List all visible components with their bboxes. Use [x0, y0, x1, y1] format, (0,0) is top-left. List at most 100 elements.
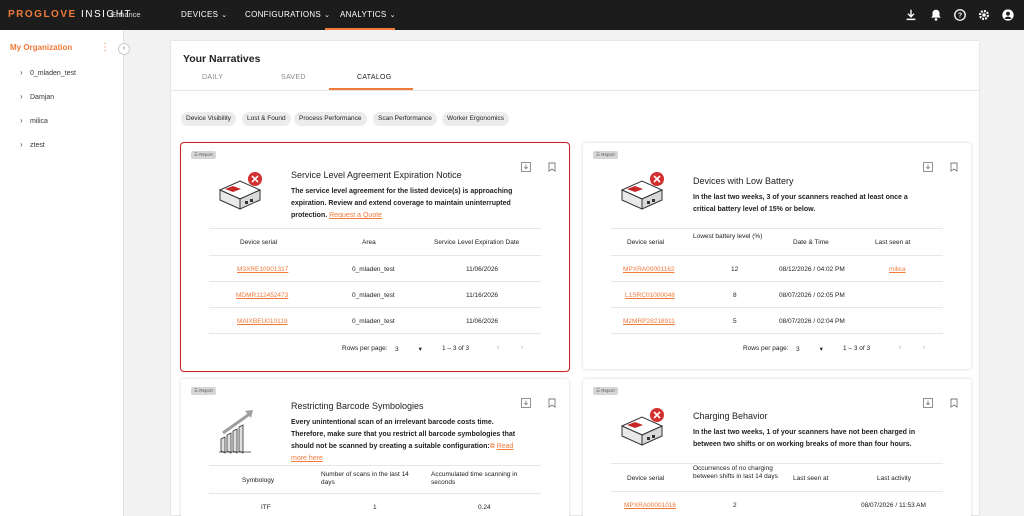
divider: [209, 255, 541, 256]
device-serial-link[interactable]: L1SRC01000048: [625, 292, 675, 299]
card-barcode-symbologies[interactable]: ☰ Report Restricting Barcode Symbologies…: [181, 379, 569, 516]
column-header: Device serial: [627, 239, 665, 246]
chip-lost-found[interactable]: Lost & Found: [242, 112, 291, 126]
download-icon[interactable]: [904, 8, 918, 22]
chevron-left-icon: ‹: [497, 344, 500, 351]
occurrences-cell: 2: [733, 502, 737, 509]
column-header: Last seen at: [793, 475, 829, 482]
gear-icon[interactable]: [977, 8, 991, 22]
read-more-link[interactable]: Read: [497, 443, 514, 450]
card-title: Restricting Barcode Symbologies: [291, 401, 424, 411]
chevron-left-icon: ‹: [899, 344, 902, 351]
svg-text:?: ?: [958, 13, 962, 20]
download-icon[interactable]: [521, 395, 531, 408]
prev-page-button[interactable]: ‹: [497, 344, 499, 351]
pagination-range: 1 – 3 of 3: [442, 345, 470, 352]
barcode-chart-icon: [215, 405, 265, 455]
download-icon[interactable]: [521, 159, 531, 172]
report-badge-label: Report: [199, 388, 213, 393]
chevron-right-icon: ›: [20, 116, 23, 125]
sidebar-item-label: ztest: [30, 142, 45, 149]
bookmark-icon[interactable]: [547, 159, 557, 172]
card-low-battery[interactable]: ☰ Report Devices with Low Battery In the…: [583, 143, 971, 369]
device-serial-link[interactable]: M3XRE10001317: [237, 266, 288, 273]
divider: [209, 493, 541, 494]
page-title: Your Narratives: [183, 53, 261, 65]
column-header: Last seen at: [875, 239, 911, 246]
download-icon[interactable]: [923, 395, 933, 408]
divider: [611, 307, 943, 308]
help-icon[interactable]: ?: [953, 8, 967, 22]
chip-worker-ergonomics[interactable]: Worker Ergonomics: [442, 112, 509, 126]
rows-per-page-label: Rows per page:: [342, 345, 388, 352]
battery-level-cell: 5: [733, 318, 737, 325]
device-serial-link[interactable]: M2MRP28218911: [623, 318, 675, 325]
card-description: In the last two weeks, 1 of your scanner…: [693, 427, 915, 451]
sidebar: My Organization ⋮ › 0_mladen_test › Damjan…: [0, 30, 124, 516]
tab-catalog[interactable]: CATALOG: [357, 74, 392, 81]
last-seen-link[interactable]: milica: [889, 266, 906, 273]
date-cell: 11/06/2026: [466, 266, 499, 273]
nav-configurations[interactable]: CONFIGURATIONS ⌄: [245, 10, 330, 19]
org-title[interactable]: My Organization: [10, 43, 72, 52]
top-navigation-bar: PROGLOVE INSIGHT Enhance DEVICES ⌄ CONFIG…: [0, 0, 1024, 30]
sidebar-item-0_mladen_test[interactable]: › 0_mladen_test: [20, 68, 76, 77]
tab-daily[interactable]: DAILY: [202, 74, 223, 81]
divider: [611, 491, 943, 492]
collapse-sidebar-button[interactable]: ‹: [118, 43, 130, 55]
desc-line: Every unintentional scan of an irrelevan…: [291, 419, 494, 426]
next-page-button[interactable]: ›: [923, 344, 925, 351]
column-header: Device serial: [240, 239, 278, 246]
tab-saved[interactable]: SAVED: [281, 74, 306, 81]
bookmark-icon[interactable]: [949, 159, 959, 172]
nav-analytics[interactable]: ANALYTICS ⌄: [340, 10, 396, 19]
sidebar-item-milica[interactable]: › milica: [20, 116, 48, 125]
card-sla-expiration[interactable]: ☰ Report Service Level Agreement Expirat…: [180, 142, 570, 372]
battery-level-cell: 12: [731, 266, 739, 273]
card-description: The service level agreement for the list…: [291, 186, 512, 222]
device-serial-link[interactable]: MDMR112452473: [236, 292, 288, 299]
chip-device-visibility[interactable]: Device Visibility: [181, 112, 237, 126]
prev-page-button[interactable]: ‹: [899, 344, 901, 351]
column-header: Number of scans in the last 14 days: [321, 471, 409, 486]
scanner-error-icon: [617, 170, 667, 216]
sidebar-item-damjan[interactable]: › Damjan: [20, 92, 54, 101]
rows-per-page-value: 3: [796, 346, 800, 353]
request-quote-link[interactable]: Request a Quote: [329, 212, 382, 219]
rows-per-page-select[interactable]: 3 ▾: [796, 345, 823, 353]
divider: [611, 228, 943, 229]
desc-line: protection.: [291, 212, 328, 219]
chevron-right-icon: ›: [521, 344, 524, 351]
next-page-button[interactable]: ›: [521, 344, 523, 351]
chip-process-performance[interactable]: Process Performance: [294, 112, 367, 126]
download-icon[interactable]: [923, 159, 933, 172]
sidebar-item-label: Damjan: [30, 94, 55, 101]
user-icon[interactable]: [1001, 8, 1015, 22]
divider: [209, 333, 541, 334]
device-serial-link[interactable]: MPXRA00001016: [624, 502, 676, 509]
device-serial-link[interactable]: MAIXBEU010119: [237, 318, 287, 325]
more-vert-icon[interactable]: ⋮: [100, 42, 110, 53]
divider: [209, 228, 541, 229]
device-serial-link[interactable]: MPXRA00001162: [623, 266, 675, 273]
chevron-right-icon: ›: [923, 344, 926, 351]
bell-icon[interactable]: [929, 8, 943, 22]
datetime-cell: 08/07/2026 / 02:04 PM: [779, 318, 845, 325]
rows-per-page-label: Rows per page:: [743, 345, 789, 352]
read-more-link-cont[interactable]: more here: [291, 455, 323, 462]
desc-line: between two shifts or on working breaks …: [693, 441, 912, 448]
card-title: Charging Behavior: [693, 411, 768, 421]
bookmark-icon[interactable]: [547, 395, 557, 408]
sidebar-item-ztest[interactable]: › ztest: [20, 140, 45, 149]
column-header: Last activity: [877, 475, 911, 482]
last-activity-cell: 08/07/2026 / 11:53 AM: [861, 502, 926, 509]
narratives-panel: Your Narratives DAILY SAVED CATALOG Devi…: [170, 40, 980, 516]
chip-scan-performance[interactable]: Scan Performance: [373, 112, 437, 126]
scanner-error-icon: [617, 406, 667, 452]
card-description: In the last two weeks, 3 of your scanner…: [693, 192, 908, 216]
card-charging-behavior[interactable]: ☰ Report Charging Behavior In the last t…: [583, 379, 971, 516]
bookmark-icon[interactable]: [949, 395, 959, 408]
card-description: Every unintentional scan of an irrelevan…: [291, 417, 515, 465]
nav-devices[interactable]: DEVICES ⌄: [181, 10, 227, 19]
rows-per-page-select[interactable]: 3 ▾: [395, 345, 422, 353]
